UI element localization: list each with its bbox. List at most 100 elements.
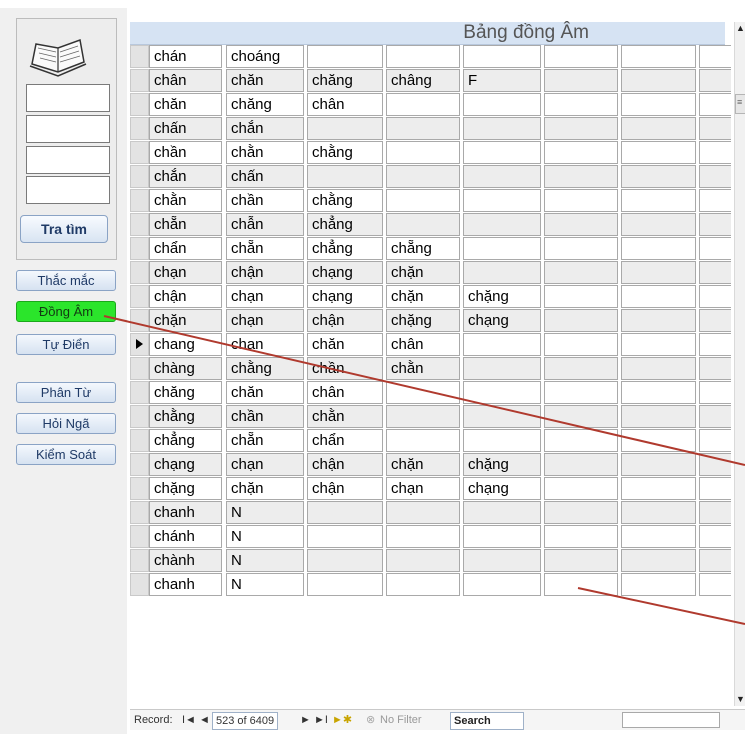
table-cell[interactable] (621, 285, 696, 308)
table-cell[interactable] (307, 45, 383, 68)
table-cell[interactable] (386, 405, 460, 428)
table-cell[interactable]: chẳng (307, 237, 383, 260)
table-cell[interactable]: chạng (463, 309, 541, 332)
record-selector[interactable] (130, 261, 149, 284)
table-cell[interactable] (544, 477, 618, 500)
table-cell[interactable]: chẩn (149, 237, 222, 260)
table-cell[interactable] (699, 213, 731, 236)
record-selector[interactable] (130, 525, 149, 548)
table-cell[interactable] (621, 573, 696, 596)
table-cell[interactable] (463, 573, 541, 596)
table-cell[interactable]: chân (149, 69, 222, 92)
table-cell[interactable]: chặng (463, 285, 541, 308)
table-cell[interactable]: chằn (149, 189, 222, 212)
table-cell[interactable]: chân (307, 93, 383, 116)
new-record-icon[interactable]: ►✱ (332, 712, 352, 728)
record-selector[interactable] (130, 357, 149, 380)
search-input[interactable]: Search (450, 712, 524, 730)
table-cell[interactable] (544, 573, 618, 596)
table-cell[interactable]: chặn (386, 285, 460, 308)
table-cell[interactable]: chặng (463, 453, 541, 476)
table-cell[interactable] (621, 333, 696, 356)
table-cell[interactable]: F (463, 69, 541, 92)
table-cell[interactable]: chẳng (149, 429, 222, 452)
table-cell[interactable] (544, 93, 618, 116)
table-cell[interactable] (621, 405, 696, 428)
table-cell[interactable] (699, 285, 731, 308)
table-cell[interactable] (699, 261, 731, 284)
table-cell[interactable]: N (226, 525, 304, 548)
table-cell[interactable] (544, 309, 618, 332)
filter-status[interactable]: No Filter (380, 712, 422, 728)
table-cell[interactable] (621, 381, 696, 404)
table-cell[interactable] (463, 117, 541, 140)
table-cell[interactable]: chặng (386, 309, 460, 332)
table-cell[interactable] (621, 549, 696, 572)
table-cell[interactable]: chẵn (226, 237, 304, 260)
table-cell[interactable] (621, 261, 696, 284)
table-cell[interactable] (307, 117, 383, 140)
table-cell[interactable] (699, 429, 731, 452)
table-cell[interactable] (621, 93, 696, 116)
table-cell[interactable] (544, 285, 618, 308)
table-cell[interactable] (699, 405, 731, 428)
table-cell[interactable] (386, 525, 460, 548)
table-cell[interactable]: chăn (226, 69, 304, 92)
table-cell[interactable] (307, 501, 383, 524)
table-cell[interactable] (544, 117, 618, 140)
table-cell[interactable]: chặn (386, 261, 460, 284)
table-cell[interactable] (544, 405, 618, 428)
record-position-input[interactable]: 523 of 6409 (212, 712, 279, 730)
table-cell[interactable] (699, 309, 731, 332)
record-selector[interactable] (130, 141, 149, 164)
record-selector[interactable] (130, 549, 149, 572)
table-cell[interactable] (463, 357, 541, 380)
table-cell[interactable]: chăng (226, 93, 304, 116)
nav-button-2[interactable]: Tự Điển (16, 334, 116, 355)
search-field-3[interactable] (26, 146, 110, 174)
scroll-up-icon[interactable]: ▲ (735, 22, 745, 35)
table-cell[interactable] (621, 525, 696, 548)
table-cell[interactable] (463, 45, 541, 68)
table-cell[interactable]: chạn (226, 453, 304, 476)
table-cell[interactable] (699, 453, 731, 476)
table-cell[interactable]: chặn (226, 477, 304, 500)
table-cell[interactable] (544, 69, 618, 92)
table-cell[interactable] (544, 501, 618, 524)
table-cell[interactable] (386, 213, 460, 236)
table-cell[interactable] (544, 141, 618, 164)
table-cell[interactable]: chanh (149, 501, 222, 524)
table-cell[interactable] (463, 333, 541, 356)
table-cell[interactable] (699, 501, 731, 524)
table-cell[interactable] (307, 525, 383, 548)
table-cell[interactable] (386, 117, 460, 140)
table-cell[interactable]: chặn (386, 453, 460, 476)
record-selector[interactable] (130, 93, 149, 116)
table-cell[interactable]: chanh (149, 573, 222, 596)
table-cell[interactable] (621, 213, 696, 236)
table-cell[interactable] (544, 237, 618, 260)
table-cell[interactable] (699, 525, 731, 548)
table-cell[interactable]: chẩn (307, 429, 383, 452)
table-cell[interactable] (544, 189, 618, 212)
table-cell[interactable]: chân (307, 381, 383, 404)
record-selector[interactable] (130, 45, 149, 68)
table-cell[interactable]: chằn (307, 405, 383, 428)
table-cell[interactable] (699, 333, 731, 356)
prev-record-icon[interactable]: ◄ (199, 712, 210, 728)
table-cell[interactable]: chằng (307, 141, 383, 164)
table-cell[interactable] (463, 549, 541, 572)
table-cell[interactable]: choáng (226, 45, 304, 68)
record-selector[interactable] (130, 405, 149, 428)
table-cell[interactable] (699, 45, 731, 68)
table-cell[interactable] (386, 549, 460, 572)
vertical-scrollbar[interactable]: ▲ ▼ (734, 22, 745, 706)
table-cell[interactable]: chàng (149, 357, 222, 380)
table-cell[interactable]: chận (307, 453, 383, 476)
table-cell[interactable] (463, 429, 541, 452)
table-cell[interactable]: chân (386, 333, 460, 356)
table-cell[interactable]: chặn (149, 309, 222, 332)
table-cell[interactable] (621, 189, 696, 212)
nav-button-3[interactable]: Phân Từ (16, 382, 116, 403)
table-cell[interactable] (699, 573, 731, 596)
